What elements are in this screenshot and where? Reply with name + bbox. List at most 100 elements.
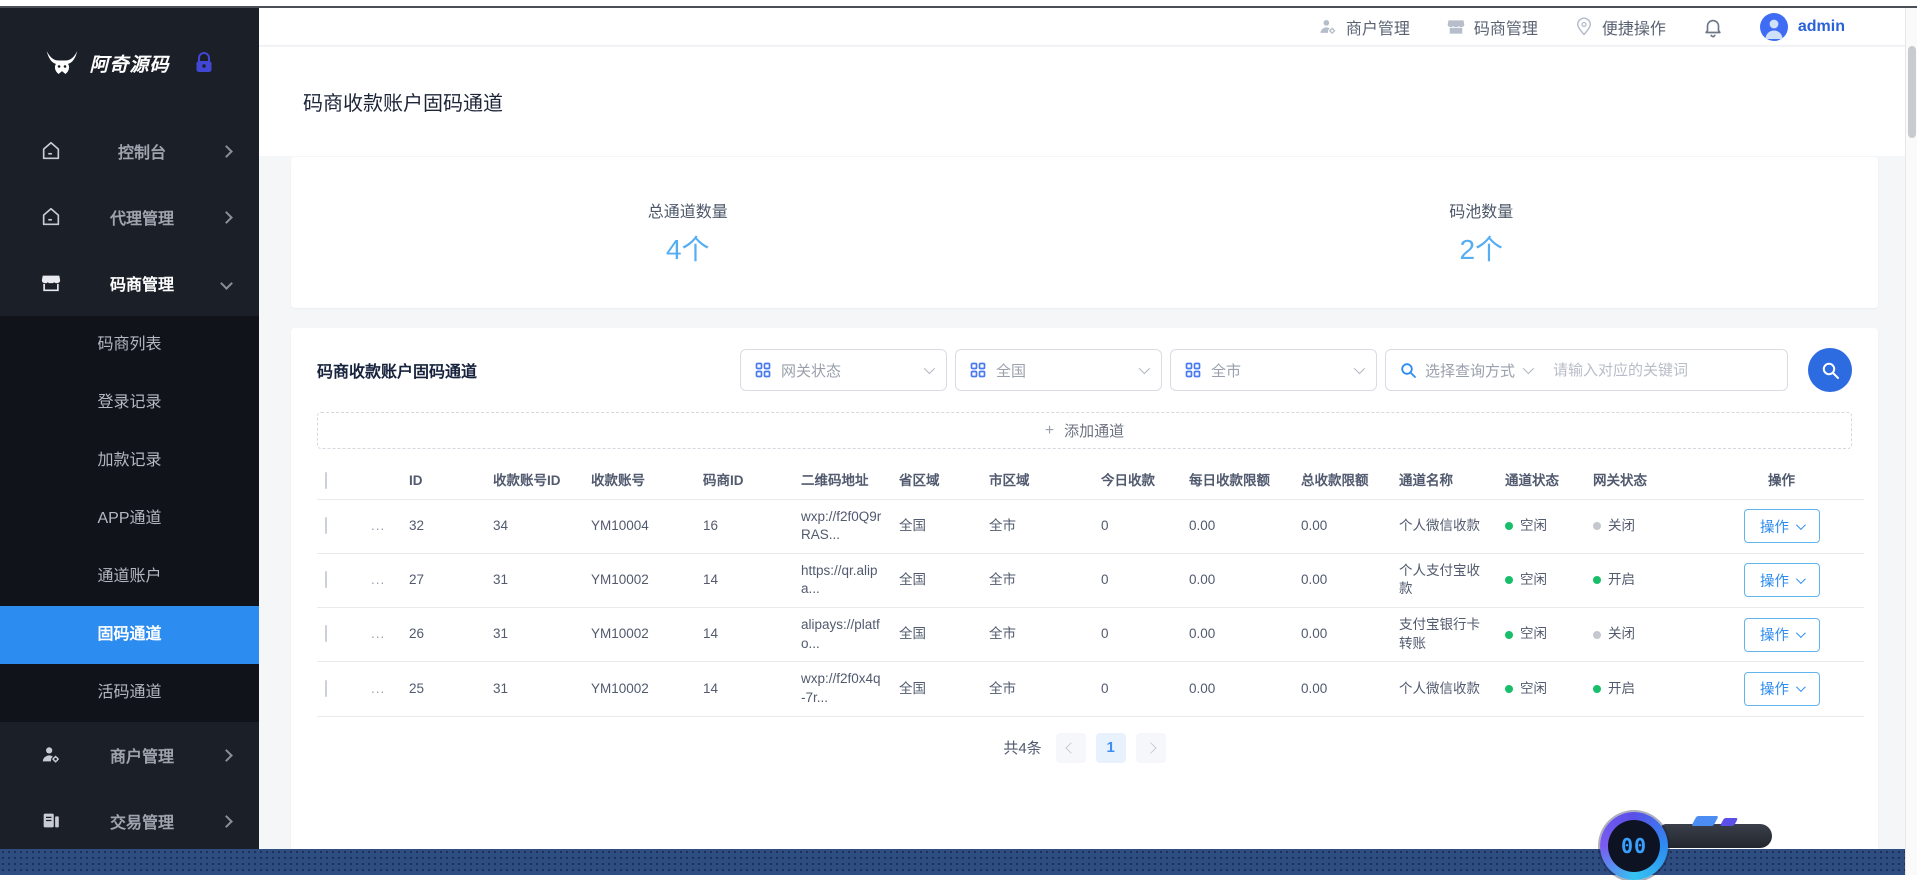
action-label: 操作 bbox=[1760, 516, 1789, 537]
submenu-item[interactable]: APP通道 bbox=[0, 490, 259, 548]
cell-account: YM10002 bbox=[583, 662, 695, 716]
float-widget[interactable]: 00 bbox=[1600, 812, 1668, 880]
cell-account-id: 34 bbox=[485, 499, 583, 553]
add-channel-label: 添加通道 bbox=[1064, 420, 1124, 441]
action-label: 操作 bbox=[1760, 624, 1789, 645]
table-row: ... 26 31 YM10002 14 alipays://platfo...… bbox=[317, 608, 1864, 662]
chevron-right-icon bbox=[220, 211, 233, 224]
keyword-input[interactable] bbox=[1543, 362, 1787, 379]
submenu-item[interactable]: 登录记录 bbox=[0, 374, 259, 432]
row-action-button[interactable]: 操作 bbox=[1744, 563, 1820, 597]
cell-channel-name: 个人微信收款 bbox=[1391, 499, 1497, 553]
window-top-edge bbox=[0, 6, 1917, 8]
chevron-down-icon bbox=[1139, 363, 1150, 374]
topbar-item-quick-actions[interactable]: 便捷操作 bbox=[1574, 15, 1666, 39]
row-drag-handle[interactable]: ... bbox=[371, 626, 385, 641]
submenu-item[interactable]: 活码通道 bbox=[0, 664, 259, 722]
card-header: 码商收款账户固码通道 网关状态 全国 全市 bbox=[317, 348, 1852, 392]
stat-value: 2个 bbox=[1459, 228, 1503, 268]
row-action-button[interactable]: 操作 bbox=[1744, 618, 1820, 652]
submenu-item[interactable]: 码商列表 bbox=[0, 316, 259, 374]
search-button[interactable] bbox=[1808, 348, 1852, 392]
cell-id: 32 bbox=[401, 499, 485, 553]
stat-value: 4个 bbox=[666, 228, 710, 268]
row-checkbox[interactable] bbox=[325, 571, 327, 588]
notification-bell-icon[interactable] bbox=[1702, 16, 1724, 38]
sidebar-item-code-merchants[interactable]: 码商管理 bbox=[0, 250, 259, 316]
cell-merchant-id: 14 bbox=[695, 662, 793, 716]
add-channel-button[interactable]: + 添加通道 bbox=[317, 412, 1852, 449]
select-placeholder: 全国 bbox=[996, 360, 1129, 381]
cell-today-amount: 0 bbox=[1093, 608, 1181, 662]
chevron-left-icon bbox=[1065, 742, 1076, 753]
cell-today-amount: 0 bbox=[1093, 499, 1181, 553]
cell-channel-name: 个人支付宝收款 bbox=[1391, 553, 1497, 607]
scrollbar-thumb[interactable] bbox=[1908, 46, 1916, 138]
column-header: 收款账号 bbox=[583, 463, 695, 499]
cell-total-limit: 0.00 bbox=[1293, 499, 1391, 553]
table-row: ... 27 31 YM10002 14 https://qr.alipa...… bbox=[317, 553, 1864, 607]
select-placeholder: 网关状态 bbox=[781, 360, 914, 381]
row-drag-handle[interactable]: ... bbox=[371, 572, 385, 587]
status-text: 空闲 bbox=[1520, 625, 1547, 644]
cell-account: YM10002 bbox=[583, 608, 695, 662]
cell-city: 全市 bbox=[981, 662, 1093, 716]
bull-logo-icon bbox=[45, 50, 79, 76]
row-action-button[interactable]: 操作 bbox=[1744, 672, 1820, 706]
user-menu[interactable]: admin bbox=[1760, 13, 1845, 41]
cell-merchant-id: 14 bbox=[695, 553, 793, 607]
row-action-button[interactable]: 操作 bbox=[1744, 509, 1820, 543]
city-select[interactable]: 全市 bbox=[1170, 349, 1377, 391]
stat-label: 总通道数量 bbox=[648, 198, 728, 222]
home-icon bbox=[40, 140, 62, 162]
row-drag-handle[interactable]: ... bbox=[371, 681, 385, 696]
row-drag-handle[interactable]: ... bbox=[371, 518, 385, 533]
chevron-down-icon bbox=[220, 277, 233, 290]
status-text: 关闭 bbox=[1608, 517, 1635, 536]
topbar-item-merchant-mgmt[interactable]: 商户管理 bbox=[1318, 15, 1410, 39]
prev-page-button[interactable] bbox=[1056, 733, 1086, 763]
row-checkbox[interactable] bbox=[325, 517, 327, 534]
next-page-button[interactable] bbox=[1136, 733, 1166, 763]
location-pin-icon bbox=[1574, 17, 1594, 37]
chevron-down-icon bbox=[1796, 574, 1806, 584]
gateway-status-select[interactable]: 网关状态 bbox=[740, 349, 947, 391]
select-all-checkbox[interactable] bbox=[325, 472, 327, 489]
grid-icon bbox=[755, 362, 771, 378]
page-number-button[interactable]: 1 bbox=[1096, 733, 1126, 763]
column-header: 市区域 bbox=[981, 463, 1093, 499]
submenu-item[interactable]: 固码通道 bbox=[0, 606, 259, 664]
sidebar-item-label: 交易管理 bbox=[62, 809, 222, 833]
gateway-status-badge: 开启 bbox=[1593, 680, 1691, 699]
cell-account-id: 31 bbox=[485, 608, 583, 662]
lock-icon[interactable] bbox=[194, 52, 214, 74]
row-checkbox[interactable] bbox=[325, 680, 327, 697]
shop-icon bbox=[1446, 17, 1466, 37]
province-select[interactable]: 全国 bbox=[955, 349, 1162, 391]
cell-account-id: 31 bbox=[485, 662, 583, 716]
submenu-item[interactable]: 加款记录 bbox=[0, 432, 259, 490]
stat-block: 码池数量 2个 bbox=[1085, 157, 1879, 308]
column-header: 码商ID bbox=[695, 463, 793, 499]
chevron-down-icon bbox=[1354, 363, 1365, 374]
gateway-status-badge: 关闭 bbox=[1593, 517, 1691, 536]
table-row: ... 25 31 YM10002 14 wxp://f2f0x4q-7r...… bbox=[317, 662, 1864, 716]
sidebar-item-console[interactable]: 控制台 bbox=[0, 118, 259, 184]
chevron-right-icon bbox=[220, 815, 233, 828]
sidebar-item-label: 商户管理 bbox=[62, 743, 222, 767]
row-checkbox[interactable] bbox=[325, 625, 327, 642]
channel-status-badge: 空闲 bbox=[1505, 680, 1577, 699]
query-type-select[interactable]: 选择查询方式 bbox=[1386, 360, 1543, 381]
cell-qr-address: https://qr.alipa... bbox=[793, 553, 891, 607]
sidebar-nav: 控制台 代理管理 码商管理 码商列表 登录记录 加款记录 A bbox=[0, 118, 259, 854]
submenu-item[interactable]: 通道账户 bbox=[0, 548, 259, 606]
vertical-scrollbar[interactable] bbox=[1905, 8, 1917, 875]
topbar-item-code-merchant-mgmt[interactable]: 码商管理 bbox=[1446, 15, 1538, 39]
column-header: 二维码地址 bbox=[793, 463, 891, 499]
sidebar-item-merchant-mgmt[interactable]: 商户管理 bbox=[0, 722, 259, 788]
sidebar-item-trade-mgmt[interactable]: 交易管理 bbox=[0, 788, 259, 854]
sidebar-item-agents[interactable]: 代理管理 bbox=[0, 184, 259, 250]
plus-icon: + bbox=[1045, 422, 1054, 440]
shop-icon bbox=[40, 272, 62, 294]
chevron-down-icon bbox=[1796, 628, 1806, 638]
